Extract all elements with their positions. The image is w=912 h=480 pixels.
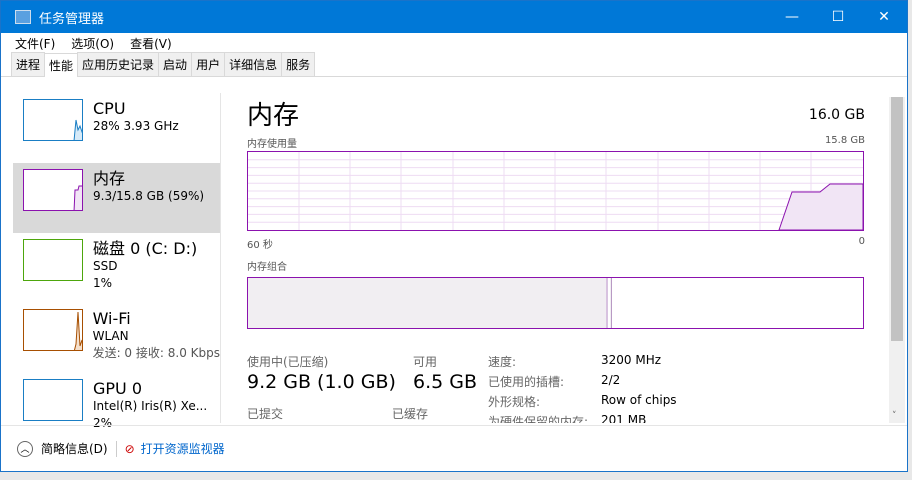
sidebar-name: Wi-Fi [92,309,131,328]
window-title: 任务管理器 [39,11,105,27]
tab-processes[interactable]: 进程 [11,52,46,76]
menu-bar: 文件(F) 选项(O) 查看(V) [1,33,907,53]
detail-key: 外形规格: [488,395,541,409]
sidebar-sub: 28% 3.93 GHz [93,119,179,133]
time-axis-right: 0 [858,236,865,247]
in-use-value: 9.2 GB (1.0 GB) [247,371,396,393]
in-use-label: 使用中(已压缩) [247,355,329,369]
scroll-down-icon[interactable]: ˅ [892,411,897,421]
footer: ︿ 简略信息(D) ⊘ 打开资源监视器 [1,425,907,471]
detail-value: 2/2 [601,373,621,387]
detail-key: 速度: [488,355,517,369]
in-use-segment [248,278,608,328]
sidebar-name: GPU 0 [93,379,143,398]
available-label: 可用 [413,355,438,369]
wifi-thumbnail-graph [23,309,83,351]
app-icon [15,10,31,24]
menu-options[interactable]: 选项(O) [71,35,114,52]
tab-users[interactable]: 用户 [191,52,226,76]
sidebar-sub: Intel(R) Iris(R) Xe... [93,399,208,413]
usage-graph-svg [248,152,864,231]
resource-sidebar: CPU 28% 3.93 GHz 内存 9.3/15.8 GB (59%) 磁盘 0… [13,93,221,430]
gpu-thumbnail-graph [23,379,83,421]
scrollbar-thumb[interactable] [891,97,903,341]
tab-app-history[interactable]: 应用历史记录 [77,52,160,76]
sidebar-sub: 9.3/15.8 GB (59%) [93,189,205,203]
sidebar-sub: SSD [93,259,118,273]
tab-startup[interactable]: 启动 [158,52,193,76]
sidebar-sub: WLAN [92,329,129,343]
detail-key: 为硬件保留的内存: [488,415,589,423]
sidebar-item-disk[interactable]: 磁盘 0 (C: D:) SSD 1% [13,233,220,303]
usage-label: 内存使用量 [247,139,297,150]
resource-monitor-icon: ⊘ [124,441,135,456]
task-manager-window: 任务管理器 — ☐ ✕ 文件(F) 选项(O) 查看(V) 进程 性能 应用历史… [0,0,908,472]
sidebar-name: CPU [93,99,126,118]
cached-label: 已缓存 [392,407,429,421]
title-bar: 任务管理器 — ☐ ✕ [1,1,907,33]
available-value: 6.5 GB [413,371,478,393]
sidebar-item-memory[interactable]: 内存 9.3/15.8 GB (59%) [13,163,220,233]
tab-details[interactable]: 详细信息 [224,52,283,76]
menu-view[interactable]: 查看(V) [130,35,172,52]
sidebar-name: 内存 [93,169,126,188]
usage-max: 15.8 GB [824,135,865,146]
committed-label: 已提交 [247,407,284,421]
sidebar-sub: 发送: 0 接收: 8.0 Kbps [92,346,220,360]
close-button[interactable]: ✕ [861,9,907,25]
composition-label: 内存组合 [247,262,287,273]
tab-services[interactable]: 服务 [281,52,316,76]
disk-thumbnail-graph [23,239,83,281]
modified-segment [610,278,612,328]
detail-value: Row of chips [601,393,677,407]
sidebar-item-wifi[interactable]: Wi-Fi WLAN 发送: 0 接收: 8.0 Kbps [13,303,220,373]
menu-file[interactable]: 文件(F) [15,35,55,52]
page-title: 内存 [247,101,300,131]
tab-performance[interactable]: 性能 [44,53,79,77]
detail-key: 已使用的插槽: [488,375,565,389]
memory-usage-graph [247,151,864,231]
total-capacity: 16.0 GB [808,107,865,123]
fewer-details-button[interactable]: 简略信息(D) [41,440,108,457]
tab-bar: 进程 性能 应用历史记录 启动 用户 详细信息 服务 [1,52,907,77]
detail-value: 3200 MHz [601,353,662,367]
sidebar-sub: 1% [93,276,113,290]
chevron-up-icon[interactable]: ︿ [17,440,33,457]
sidebar-name: 磁盘 0 (C: D:) [93,239,198,258]
maximize-button[interactable]: ☐ [815,9,861,25]
detail-value: 201 MB [601,413,647,423]
memory-composition-bar [247,277,864,329]
divider [115,440,117,457]
time-axis-left: 60 秒 [247,240,273,251]
open-resource-monitor-link[interactable]: 打开资源监视器 [141,440,225,457]
memory-thumbnail-graph [23,169,83,211]
minimize-button[interactable]: — [769,9,815,25]
cpu-thumbnail-graph [23,99,83,141]
sidebar-item-cpu[interactable]: CPU 28% 3.93 GHz [13,93,220,163]
vertical-scrollbar[interactable]: ˅ [889,97,905,423]
